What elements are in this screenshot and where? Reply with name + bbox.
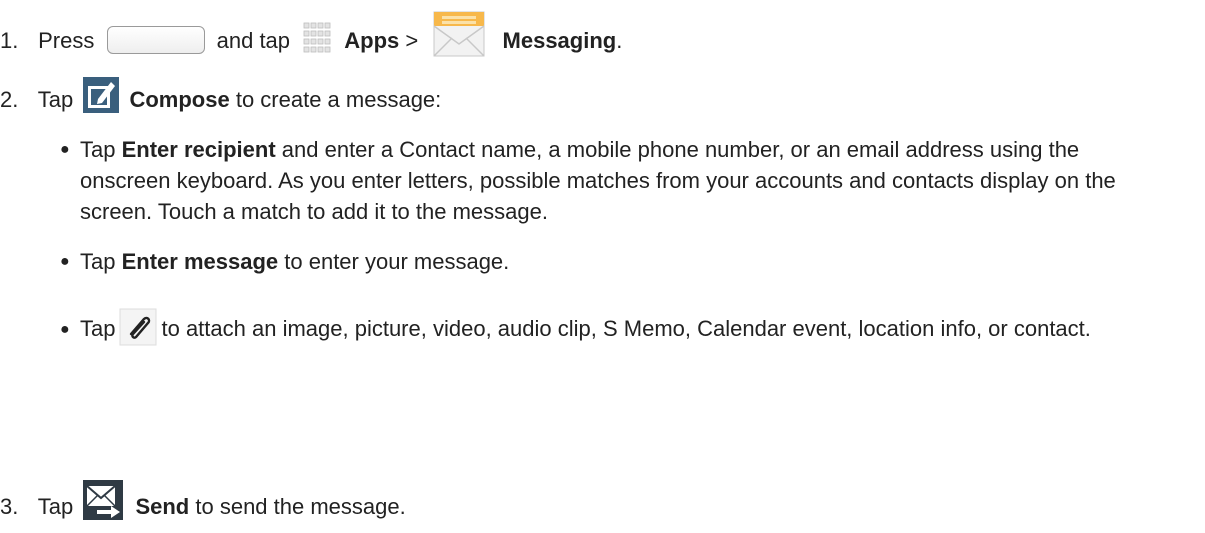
step-text: Tap xyxy=(37,494,74,519)
bullet-body: to enter your message. xyxy=(284,249,510,274)
home-button-icon xyxy=(106,26,205,54)
step-text: to create a message: xyxy=(235,87,442,112)
bullet-text: Tap to attach an image, picture, video, … xyxy=(80,308,1170,346)
bullet-dot: ● xyxy=(60,321,70,338)
step-2: 2. Tap Compose to create a message: xyxy=(0,77,441,113)
bullet-text: Tap Enter recipient and enter a Contact … xyxy=(80,134,1170,227)
step-number: 3. xyxy=(0,494,19,519)
step-3: 3. Tap Send to send the message. xyxy=(0,480,406,520)
messaging-label: Messaging xyxy=(502,28,617,53)
enter-message-label: Enter message xyxy=(121,249,279,274)
messaging-envelope-icon xyxy=(433,11,485,57)
step-text: Press xyxy=(38,28,95,53)
step-number: 2. xyxy=(0,87,19,112)
compose-icon xyxy=(83,77,120,113)
apps-grid-icon xyxy=(303,22,331,53)
send-icon xyxy=(83,480,124,520)
bullet-body: to attach an image, picture, video, audi… xyxy=(161,316,1091,341)
paperclip-icon xyxy=(119,308,157,346)
bullet-enter-message: ● Tap Enter message to enter your messag… xyxy=(60,246,1170,277)
step-1: 1. Press and tap Apps > Messaging. xyxy=(0,10,622,58)
step-text: to send the message. xyxy=(195,494,406,519)
bullet-attach: ● Tap to attach an image, picture, video… xyxy=(60,308,1170,346)
apps-label: Apps xyxy=(344,28,400,53)
bullet-lead: Tap xyxy=(80,137,116,162)
bullet-dot: ● xyxy=(60,141,70,158)
bullet-lead: Tap xyxy=(80,249,116,274)
send-label: Send xyxy=(135,494,190,519)
compose-label: Compose xyxy=(129,87,230,112)
step-text: > xyxy=(405,28,419,53)
step-text: . xyxy=(616,28,623,53)
enter-recipient-label: Enter recipient xyxy=(121,137,276,162)
bullet-dot: ● xyxy=(60,253,70,270)
bullet-lead: Tap xyxy=(80,316,116,341)
bullet-text: Tap Enter message to enter your message. xyxy=(80,246,1170,277)
step-text: and tap xyxy=(216,28,291,53)
step-text: Tap xyxy=(37,87,74,112)
bullet-enter-recipient: ● Tap Enter recipient and enter a Contac… xyxy=(60,134,1170,227)
step-number: 1. xyxy=(0,28,19,53)
